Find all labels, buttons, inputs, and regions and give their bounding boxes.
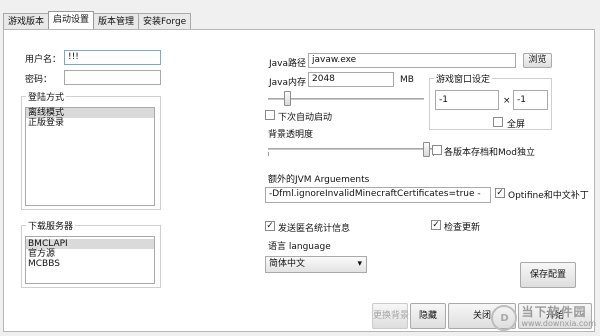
- mod-independent-checkbox[interactable]: [432, 145, 442, 155]
- watermark: D 当下软件园 www.downxia.com: [491, 305, 596, 331]
- jvm-args-label: 额外的JVM Arguements: [268, 175, 370, 185]
- auto-start-checkbox[interactable]: [265, 110, 275, 120]
- watermark-title: 当下软件园: [521, 305, 587, 319]
- opacity-slider-thumb[interactable]: [423, 142, 430, 157]
- download-server-title: 下载服务器: [26, 219, 76, 232]
- send-stats-checkbox[interactable]: ✓: [265, 221, 275, 231]
- change-background-button[interactable]: 更换背景: [372, 303, 409, 329]
- tab-game-version[interactable]: 游戏版本: [3, 13, 50, 29]
- java-path-input[interactable]: javaw.exe: [308, 53, 516, 68]
- watermark-logo-icon: D: [491, 305, 518, 331]
- send-stats-label: 发送匿名统计信息: [278, 224, 351, 234]
- check-update-checkbox[interactable]: ✓: [431, 220, 441, 230]
- tab-install-forge[interactable]: 安装Forge: [138, 13, 192, 29]
- mod-independent-label: 各版本存档和Mod独立: [444, 148, 535, 158]
- window-width-input[interactable]: -1: [435, 90, 499, 110]
- memory-unit: MB: [400, 75, 414, 85]
- opacity-label: 背景透明度: [268, 130, 314, 140]
- memory-slider-track[interactable]: [268, 98, 424, 100]
- fullscreen-checkbox[interactable]: [493, 117, 503, 127]
- check-update-label: 检查更新: [444, 223, 481, 233]
- optifine-checkbox[interactable]: ✓: [495, 188, 505, 198]
- username-label: 用户名：: [25, 55, 62, 65]
- username-input[interactable]: !!!: [64, 50, 161, 65]
- language-select[interactable]: 简体中文 ▾: [265, 256, 367, 273]
- slider-tick: [268, 152, 269, 156]
- language-label: 语言 language: [268, 242, 331, 252]
- check-icon: ✓: [496, 188, 504, 198]
- browse-button[interactable]: 浏览: [523, 53, 552, 68]
- watermark-url: www.downxia.com: [521, 319, 596, 328]
- tab-launch-settings[interactable]: 启动设置: [48, 11, 95, 29]
- login-mode-title: 登陆方式: [26, 90, 67, 103]
- check-icon: ✓: [266, 221, 274, 231]
- save-config-button[interactable]: 保存配置: [520, 262, 576, 288]
- list-item[interactable]: 正版登录: [26, 118, 154, 128]
- password-input[interactable]: [64, 70, 161, 85]
- login-mode-list[interactable]: 离线模式 正版登录: [25, 107, 155, 206]
- times-sign: ×: [503, 96, 511, 106]
- tab-bar: 游戏版本 启动设置 版本管理 安装Forge: [3, 11, 192, 29]
- check-icon: ✓: [432, 220, 440, 230]
- optifine-label: Optifine和中文补丁: [508, 191, 589, 201]
- java-memory-label: Java内存: [269, 78, 307, 88]
- java-memory-input[interactable]: 2048: [308, 72, 394, 87]
- auto-start-label: 下次自动启动: [278, 113, 333, 123]
- list-item[interactable]: BMCLAPI: [26, 239, 154, 249]
- opacity-slider-track[interactable]: [268, 148, 434, 150]
- download-server-list[interactable]: BMCLAPI 官方源 MCBBS: [25, 236, 155, 284]
- list-item[interactable]: MCBBS: [26, 259, 154, 269]
- hide-button[interactable]: 隐藏: [410, 303, 446, 329]
- list-item[interactable]: 官方源: [26, 249, 154, 259]
- java-path-label: Java路径: [269, 59, 307, 69]
- memory-slider-thumb[interactable]: [284, 91, 291, 106]
- window-height-input[interactable]: -1: [513, 90, 548, 110]
- list-item[interactable]: 离线模式: [26, 108, 154, 118]
- chevron-down-icon: ▾: [357, 259, 362, 269]
- language-value: 简体中文: [269, 259, 306, 269]
- password-label: 密码：: [25, 75, 53, 85]
- jvm-args-input[interactable]: -Dfml.ignoreInvalidMinecraftCertificates…: [265, 187, 491, 203]
- fullscreen-label: 全屏: [507, 120, 526, 130]
- tab-version-management[interactable]: 版本管理: [93, 13, 140, 29]
- window-settings-title: 游戏窗口设定: [434, 72, 493, 85]
